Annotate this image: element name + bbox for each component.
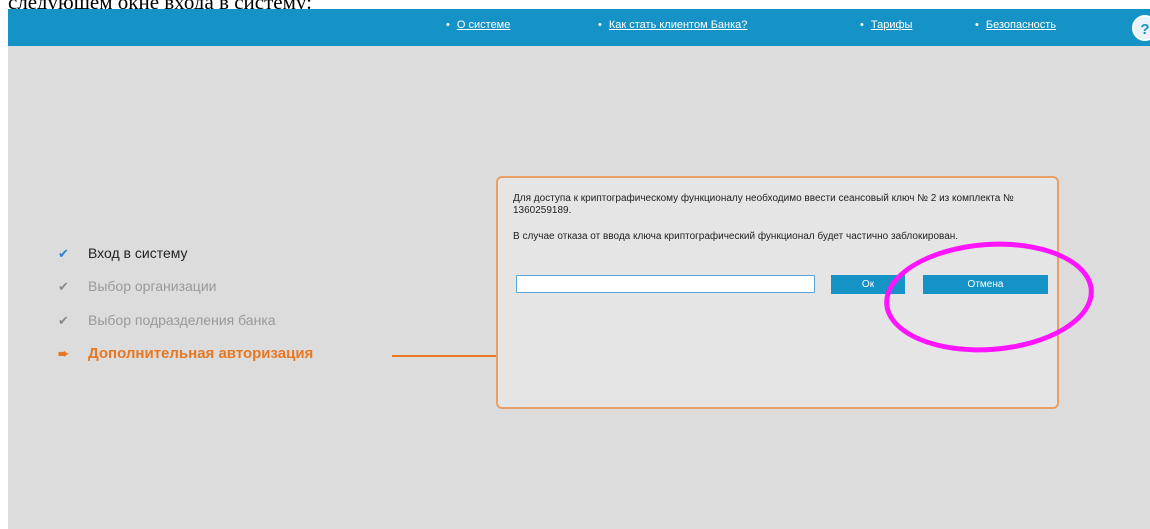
step-select-organization: ✔ Выбор организации bbox=[58, 278, 216, 295]
step-label: Выбор подразделения банка bbox=[88, 312, 276, 328]
nav-link-become-client[interactable]: • Как стать клиентом Банка? bbox=[598, 19, 747, 31]
nav-link-security[interactable]: • Безопасность bbox=[975, 19, 1056, 31]
step-select-bank-branch: ✔ Выбор подразделения банка bbox=[58, 312, 276, 329]
dialog-warning: В случае отказа от ввода ключа криптогра… bbox=[513, 231, 959, 242]
bullet-icon: • bbox=[598, 19, 602, 31]
step-label: Вход в систему bbox=[88, 245, 188, 261]
nav-link-tariffs[interactable]: • Тарифы bbox=[860, 19, 912, 31]
bullet-icon: • bbox=[446, 19, 450, 31]
checkmark-icon: ✔ bbox=[58, 279, 69, 294]
session-key-input[interactable] bbox=[516, 275, 815, 293]
step-additional-authorization: ➨ Дополнительная авторизация bbox=[58, 345, 313, 362]
arrow-right-icon: ➨ bbox=[58, 346, 69, 361]
bullet-icon: • bbox=[860, 19, 864, 31]
bullet-icon: • bbox=[975, 19, 979, 31]
top-navigation-bar: • О системе • Как стать клиентом Банка? • Т… bbox=[8, 9, 1150, 46]
checkmark-icon: ✔ bbox=[58, 313, 69, 328]
step-login: ✔ Вход в систему bbox=[58, 245, 188, 262]
checkmark-icon: ✔ bbox=[58, 246, 69, 261]
step-connector-line bbox=[392, 355, 496, 357]
step-label: Выбор организации bbox=[88, 278, 217, 294]
nav-link-about[interactable]: • О системе bbox=[446, 19, 510, 31]
help-icon[interactable]: ? bbox=[1132, 15, 1150, 41]
app-screen: • О системе • Как стать клиентом Банка? • Т… bbox=[8, 9, 1150, 529]
dialog-message: Для доступа к криптографическому функцио… bbox=[513, 193, 1014, 216]
step-label: Дополнительная авторизация bbox=[88, 345, 314, 362]
